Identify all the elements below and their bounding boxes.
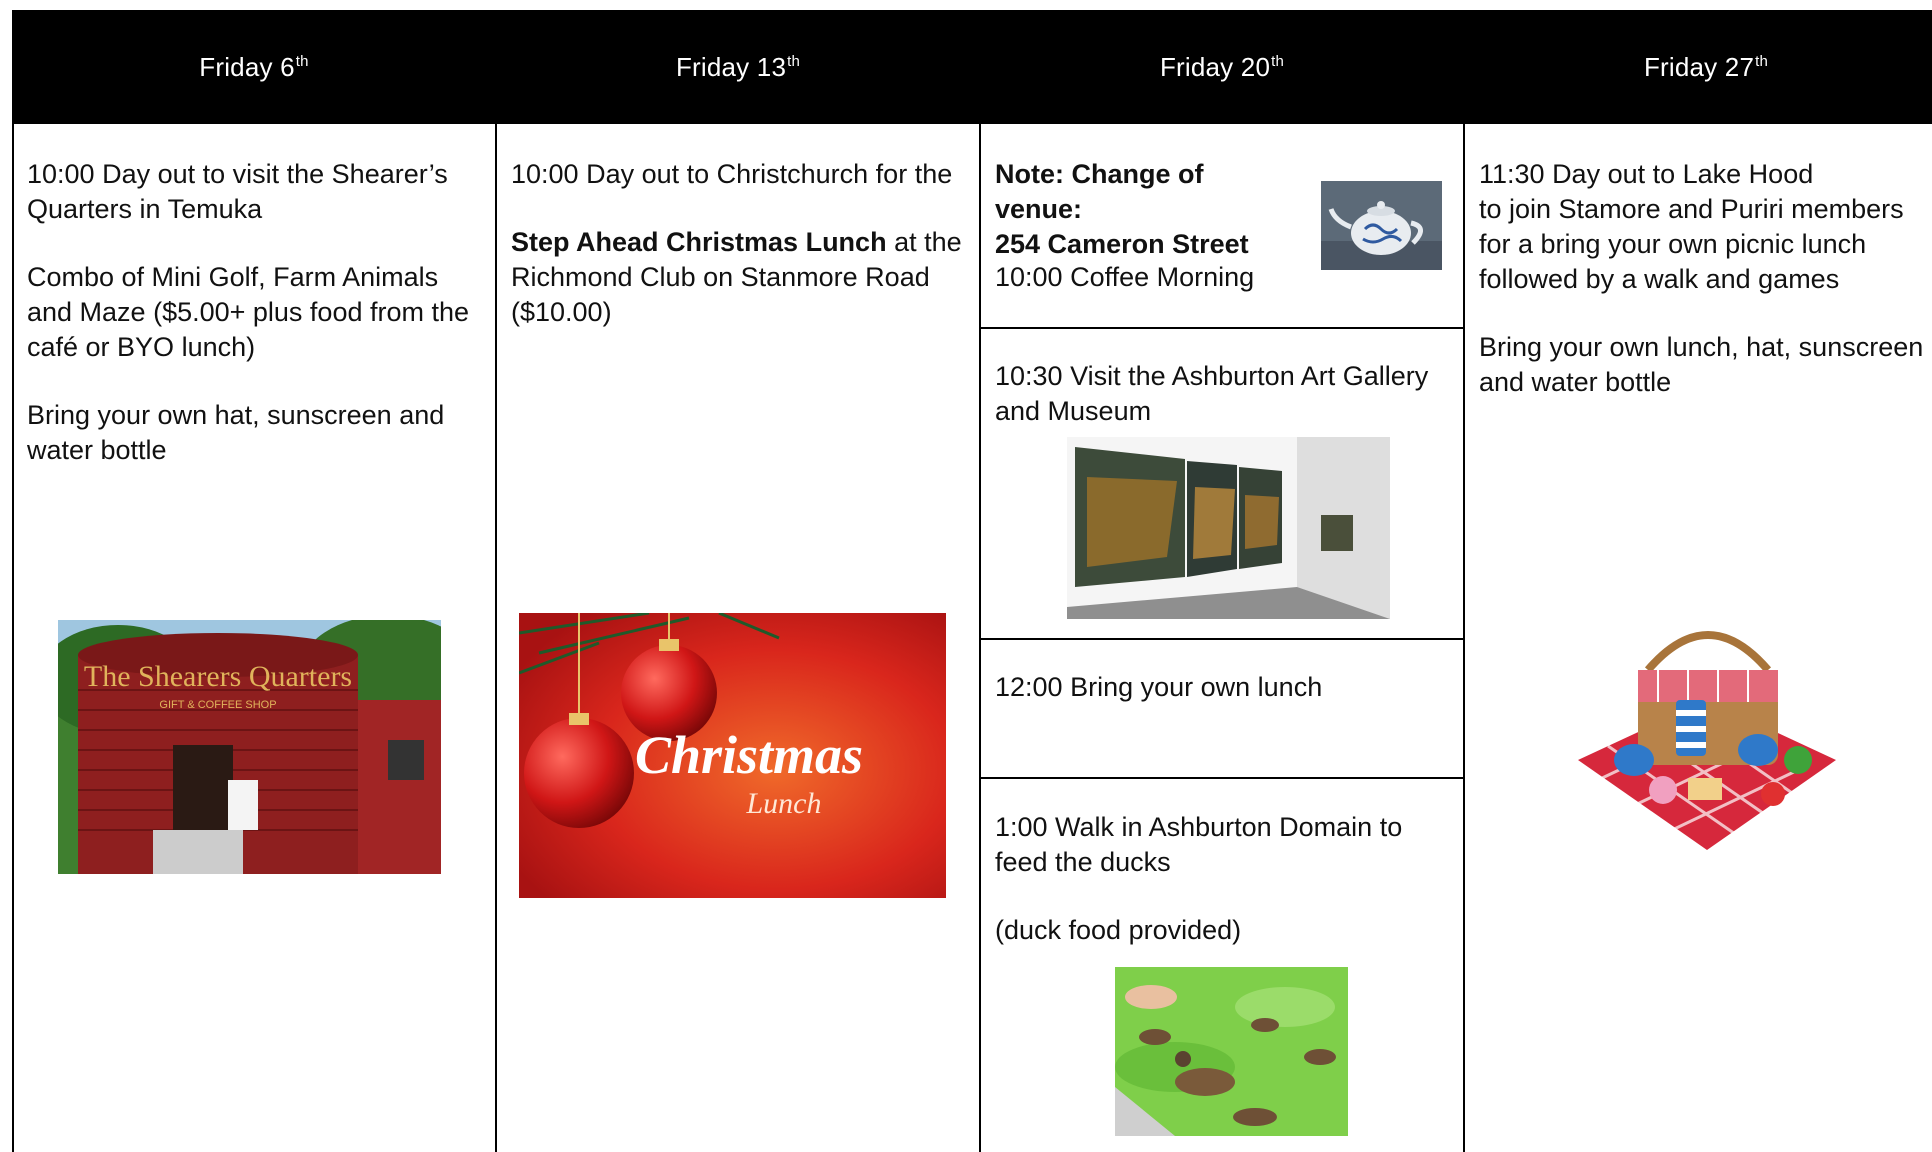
gallery-visit-text: 10:30 Visit the Ashburton Art Gallery an… xyxy=(995,361,1429,426)
event-text: 11:30 Day out to Lake Hood to join Stamor… xyxy=(1479,157,1932,297)
grid-line xyxy=(981,327,1463,329)
venue-address: 254 Cameron Street xyxy=(995,229,1249,259)
grid-line xyxy=(12,124,14,1152)
duck-walk-details: 1:00 Walk in Ashburton Domain to feed th… xyxy=(995,810,1435,948)
event-text: Bring your own lunch, hat, sunscreen and… xyxy=(1479,332,1924,397)
header-day-suffix: th xyxy=(295,52,309,70)
event-text: 1:00 Walk in Ashburton Domain to feed th… xyxy=(995,812,1403,877)
event-title: Step Ahead Christmas Lunch xyxy=(511,227,887,257)
sign-text: The Shearers Quarters xyxy=(84,660,352,693)
header-day-label: Friday 20 xyxy=(1159,51,1271,82)
header-day-label: Friday 6 xyxy=(199,51,295,82)
shearers-quarters-photo: The Shearers Quarters GIFT & COFFEE SHOP xyxy=(58,620,441,874)
calendar-body: 10:00 Day out to visit the Shearer’s Qua… xyxy=(12,124,1932,1152)
event-description: to join Stamore and Puriri members for a… xyxy=(1479,194,1904,294)
grid-line xyxy=(981,638,1463,640)
header-friday-13: Friday 13th xyxy=(496,10,980,124)
grid-line xyxy=(1463,124,1465,1152)
christmas-title: Christmas xyxy=(635,725,863,785)
header-day-suffix: th xyxy=(1755,52,1769,70)
header-friday-20: Friday 20th xyxy=(980,10,1464,124)
teapot-photo xyxy=(1321,181,1442,270)
header-friday-6: Friday 6th xyxy=(12,10,496,124)
venue-note-line: Note: Change of venue: xyxy=(995,159,1204,224)
event-text: (duck food provided) xyxy=(995,915,1242,945)
header-day-label: Friday 13 xyxy=(675,51,787,82)
calendar-page: Friday 6th Friday 13th Friday 20th Frida… xyxy=(0,0,1932,1152)
event-text: Bring your own hat, sunscreen and water … xyxy=(27,400,445,465)
event-text: 10:00 Day out to Christchurch for the xyxy=(511,159,953,189)
bring-lunch-text: 12:00 Bring your own lunch xyxy=(995,672,1323,702)
ducks-photo xyxy=(1115,967,1348,1136)
friday-27-details: 11:30 Day out to Lake Hood to join Stamor… xyxy=(1479,157,1932,400)
venue-note: Note: Change of venue: 254 Cameron Stree… xyxy=(995,157,1295,262)
header-day-label: Friday 27 xyxy=(1643,51,1755,82)
calendar-header-row: Friday 6th Friday 13th Friday 20th Frida… xyxy=(12,10,1932,124)
event-text: Combo of Mini Golf, Farm Animals and Maz… xyxy=(27,262,470,362)
friday-6-details: 10:00 Day out to visit the Shearer’s Qua… xyxy=(27,157,487,468)
christmas-subtitle: Lunch xyxy=(746,787,822,820)
top-margin xyxy=(0,0,1932,10)
art-gallery-photo xyxy=(1067,437,1390,619)
picnic-basket-image xyxy=(1568,610,1846,854)
friday-13-details: 10:00 Day out to Christchurch for the St… xyxy=(511,157,973,330)
header-friday-27: Friday 27th xyxy=(1464,10,1932,124)
christmas-lunch-image: Christmas Lunch xyxy=(519,613,946,898)
event-time-line: 11:30 Day out to Lake Hood xyxy=(1479,159,1814,189)
event-text: 10:00 Day out to visit the Shearer’s Qua… xyxy=(27,159,448,224)
header-day-suffix: th xyxy=(1271,52,1285,70)
header-day-suffix: th xyxy=(787,52,801,70)
grid-line xyxy=(981,777,1463,779)
grid-line xyxy=(495,124,497,1152)
event-text: Step Ahead Christmas Lunch at the Richmo… xyxy=(511,225,973,330)
sign-subtext: GIFT & COFFEE SHOP xyxy=(159,699,276,711)
